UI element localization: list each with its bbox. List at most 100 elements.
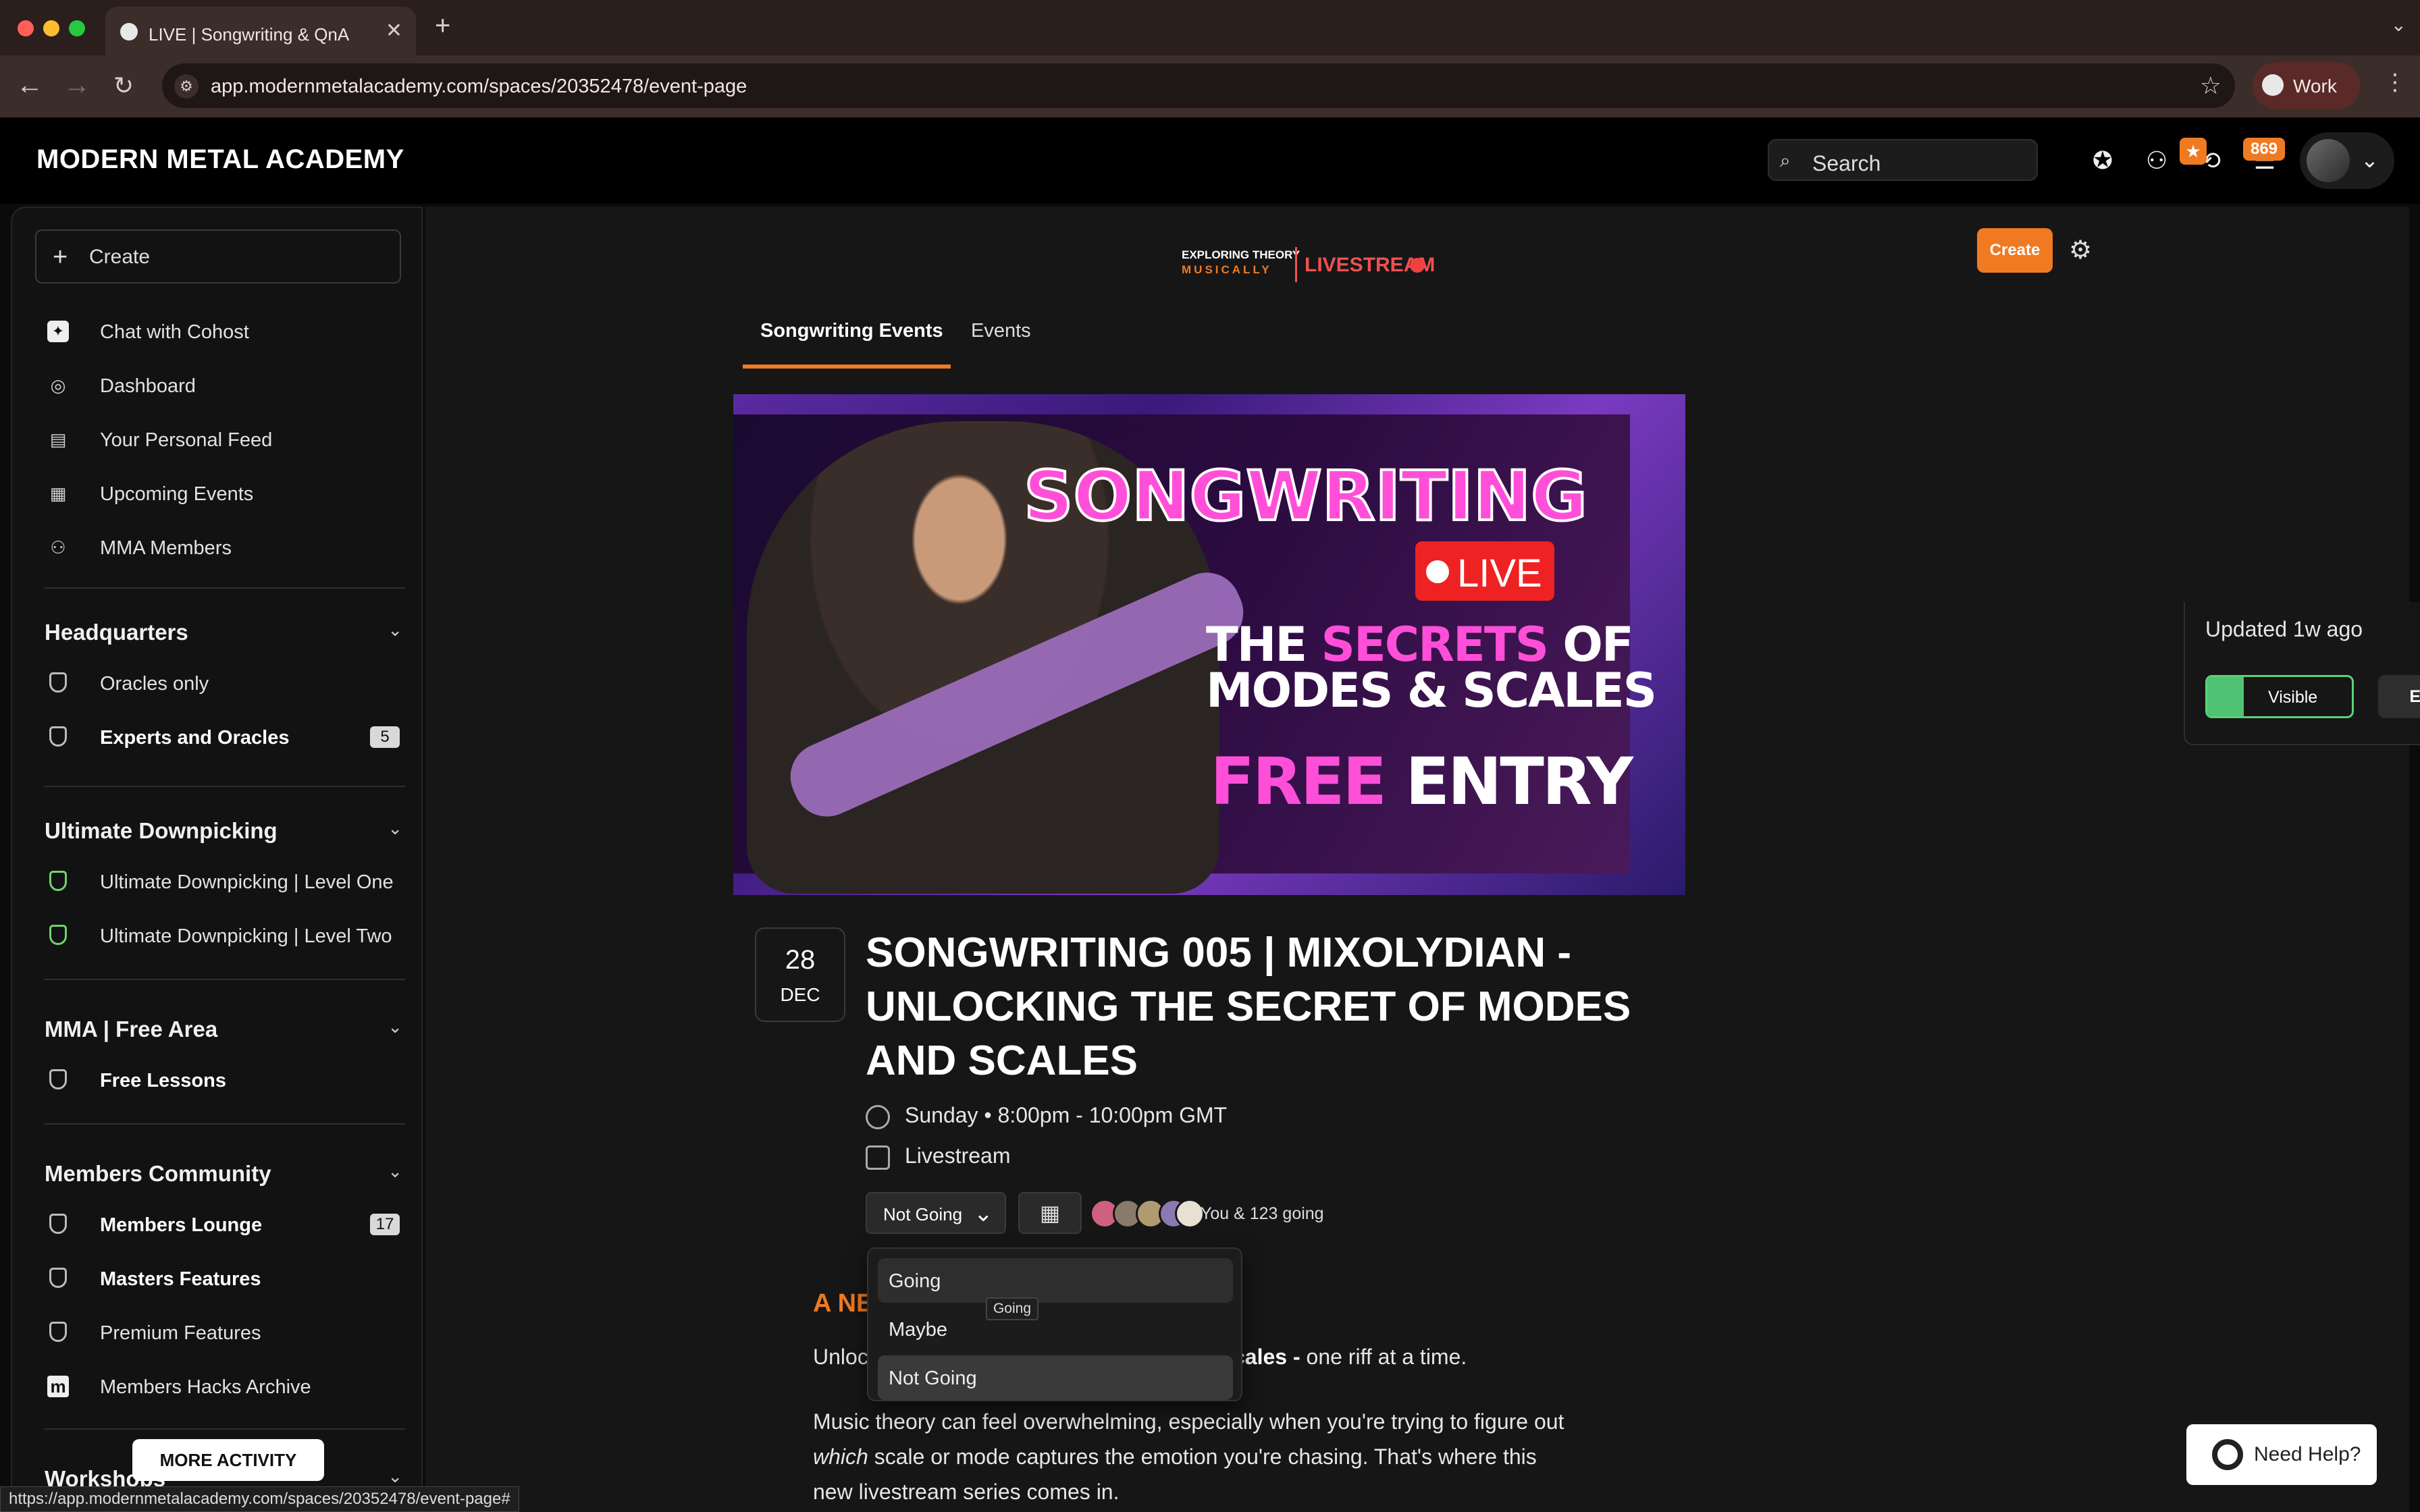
chevron-down-icon: ⌄ — [974, 1201, 993, 1226]
group-title: MMA | Free Area — [45, 1017, 218, 1042]
sidebar-group-members-community[interactable]: Members Community ⌄ — [45, 1157, 402, 1191]
browser-menu-icon[interactable]: ⋮ — [2384, 69, 2406, 96]
sidebar-item-label: Masters Features — [100, 1268, 261, 1290]
need-help-label: Need Help? — [2254, 1443, 2361, 1465]
sidebar-group-mma-free-area[interactable]: MMA | Free Area ⌄ — [45, 1013, 402, 1046]
edit-button[interactable]: Edit — [2378, 675, 2420, 718]
site-info-icon[interactable]: ⚙ — [174, 74, 199, 99]
user-menu-button[interactable]: ⌄ — [2300, 132, 2394, 189]
sidebar-item-free-lessons[interactable]: Free Lessons — [35, 1060, 406, 1100]
event-info-card: Updated 1w ago Visible Edit — [2184, 602, 2420, 745]
gear-icon[interactable]: ⚙ — [2069, 235, 2092, 265]
sidebar-item-label: Upcoming Events — [100, 483, 254, 505]
record-dot-icon — [1426, 560, 1449, 583]
browser-tab-bar: LIVE | Songwriting & QnA ✕ + ⌄ — [0, 0, 2420, 55]
event-date-box: 28 DEC — [755, 927, 845, 1022]
reload-icon[interactable]: ↻ — [113, 72, 134, 100]
chevron-down-icon: ⌄ — [388, 1466, 402, 1486]
chevron-down-icon: ⌄ — [388, 1017, 402, 1037]
new-tab-icon[interactable]: + — [435, 11, 450, 41]
tooltip: Going — [986, 1297, 1038, 1320]
address-bar[interactable]: ⚙ app.modernmetalacademy.com/spaces/2035… — [162, 63, 2235, 108]
sidebar-divider — [45, 979, 405, 980]
main-content: EXPLORING THEORY MUSICALLY LIVESTREAM Cr… — [425, 207, 2420, 1512]
shield-icon — [49, 1268, 67, 1288]
sidebar-item-premium-features[interactable]: Premium Features — [35, 1312, 406, 1353]
sidebar-group-headquarters[interactable]: Headquarters ⌄ — [45, 616, 402, 649]
sidebar-item-oracles-only[interactable]: Oracles only — [35, 663, 406, 703]
rsvp-dropdown-button[interactable]: Not Going ⌄ — [866, 1192, 1006, 1234]
tab-events[interactable]: Events — [971, 320, 1031, 342]
description-heading: A NE — [813, 1289, 874, 1318]
search-input[interactable]: ⌕ Search — [1768, 139, 2038, 181]
chevron-down-icon: ⌄ — [388, 620, 402, 640]
sidebar-item-chat-with-cohost[interactable]: ✦ Chat with Cohost — [35, 311, 406, 352]
shield-icon — [49, 1214, 67, 1234]
banner-title: SONGWRITING — [1022, 455, 1589, 538]
banner-live-text: LIVE — [1457, 551, 1542, 595]
chevron-down-icon: ⌄ — [2361, 148, 2379, 172]
search-placeholder: Search — [1812, 151, 1881, 176]
leaderboard-icon[interactable]: ✪ — [2086, 144, 2119, 177]
rsvp-option-maybe[interactable]: Maybe — [878, 1307, 1233, 1351]
invite-member-icon[interactable]: ⚇ — [2140, 144, 2173, 177]
banner-line3-b: ENTRY — [1384, 744, 1633, 819]
sidebar-item-mma-members[interactable]: ⚇ MMA Members — [35, 527, 406, 568]
close-tab-icon[interactable]: ✕ — [386, 19, 402, 43]
rsvp-option-label: Going — [889, 1270, 941, 1292]
browser-tab[interactable]: LIVE | Songwriting & QnA ✕ — [105, 7, 416, 55]
close-window-button[interactable] — [18, 20, 34, 36]
shield-icon — [49, 726, 67, 747]
description-text: scale or mode captures the emotion you'r… — [868, 1444, 1537, 1469]
sidebar-item-label: MMA Members — [100, 537, 232, 559]
sidebar-item-members-hacks-archive[interactable]: m Members Hacks Archive — [35, 1366, 406, 1407]
url-text[interactable]: app.modernmetalacademy.com/spaces/203524… — [211, 76, 747, 98]
space-logo-line1: EXPLORING THEORY — [1182, 248, 1300, 261]
sidebar-item-upcoming-events[interactable]: ▦ Upcoming Events — [35, 473, 406, 514]
rsvp-dropdown-menu: Going Maybe Not Going — [867, 1247, 1242, 1401]
back-icon[interactable]: ← — [16, 70, 43, 101]
need-help-button[interactable]: Need Help? — [2186, 1424, 2377, 1485]
bookmark-star-icon[interactable]: ☆ — [2200, 72, 2221, 100]
active-tab-indicator — [743, 364, 951, 369]
sidebar-group-ultimate-downpicking[interactable]: Ultimate Downpicking ⌄ — [45, 814, 402, 848]
sidebar-item-dashboard[interactable]: ◎ Dashboard — [35, 365, 406, 406]
sidebar-item-members-lounge[interactable]: Members Lounge 17 — [35, 1204, 406, 1245]
rsvp-option-not-going[interactable]: Not Going — [878, 1355, 1233, 1400]
going-count[interactable]: You & 123 going — [1201, 1204, 1324, 1224]
tab-list-chevron-icon[interactable]: ⌄ — [2391, 14, 2406, 36]
sidebar-item-masters-features[interactable]: Masters Features — [35, 1258, 406, 1299]
profile-label: Work — [2293, 76, 2337, 97]
tab-songwriting-events[interactable]: Songwriting Events — [760, 320, 943, 342]
description-line1-start: Unloc — [813, 1345, 868, 1369]
visibility-toggle[interactable]: Visible — [2205, 675, 2354, 718]
unread-count-badge: 5 — [370, 726, 400, 748]
minimize-window-button[interactable] — [43, 20, 59, 36]
sidebar-item-experts-and-oracles[interactable]: Experts and Oracles 5 — [35, 717, 406, 757]
sidebar-item-downpicking-level-one[interactable]: Ultimate Downpicking | Level One — [35, 861, 406, 902]
m-logo-icon: m — [47, 1376, 69, 1397]
rsvp-option-label: Not Going — [889, 1368, 977, 1389]
rsvp-option-going[interactable]: Going — [878, 1258, 1233, 1303]
event-time-text: Sunday • 8:00pm - 10:00pm GMT — [905, 1103, 1228, 1127]
forward-icon[interactable]: → — [63, 70, 90, 101]
description-italic-text: which — [813, 1444, 868, 1469]
sidebar-create-button[interactable]: + Create — [35, 230, 401, 284]
add-to-calendar-button[interactable]: ▦ — [1018, 1192, 1082, 1234]
more-activity-button[interactable]: MORE ACTIVITY — [132, 1439, 324, 1481]
sidebar-item-downpicking-level-two[interactable]: Ultimate Downpicking | Level Two — [35, 915, 406, 956]
site-logo[interactable]: MODERN METAL ACADEMY — [36, 144, 404, 175]
unread-count-badge: 17 — [370, 1214, 400, 1235]
notification-count-badge: 869 — [2243, 138, 2285, 161]
zoom-window-button[interactable] — [69, 20, 85, 36]
event-location: Livestream — [866, 1143, 1011, 1170]
sidebar-item-personal-feed[interactable]: ▤ Your Personal Feed — [35, 419, 406, 460]
profile-icon — [2262, 74, 2284, 96]
space-create-button[interactable]: Create — [1977, 228, 2053, 273]
toggle-knob — [2207, 677, 2244, 716]
live-dot-icon — [1410, 258, 1425, 273]
description-bold-text: cales - — [1233, 1345, 1300, 1369]
description-paragraph-line: Music theory can feel overwhelming, espe… — [813, 1409, 1564, 1434]
browser-profile-button[interactable]: Work — [2253, 62, 2361, 109]
sidebar-item-label: Free Lessons — [100, 1070, 226, 1091]
